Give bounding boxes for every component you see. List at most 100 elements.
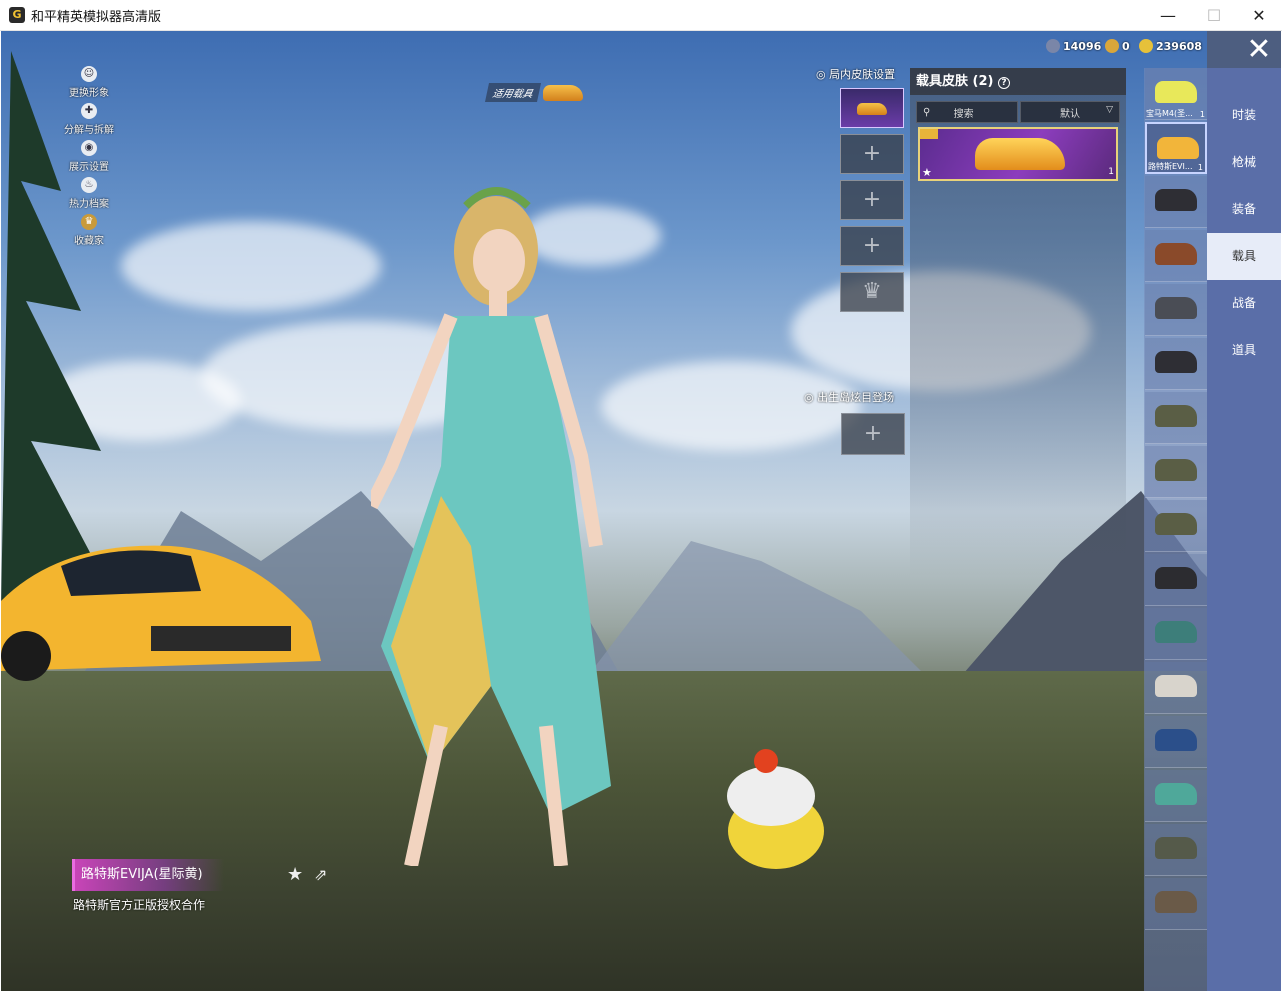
tab-battle-prep[interactable]: 战备 <box>1207 280 1281 327</box>
vehicle-list-item[interactable] <box>1145 716 1207 768</box>
vehicle-list-item[interactable] <box>1145 554 1207 606</box>
skin-slot-active[interactable] <box>840 88 904 128</box>
vehicle-list-item[interactable] <box>1145 230 1207 282</box>
equipped-corner-tag <box>920 129 938 139</box>
apply-vehicle-tag[interactable]: 适用载具 <box>484 83 583 102</box>
vehicle-thumbnail <box>1155 567 1197 589</box>
window-title: 和平精英模拟器高清版 <box>31 9 162 25</box>
tab-guns[interactable]: 枪械 <box>1207 139 1281 186</box>
sort-value: 默认 <box>1060 108 1080 120</box>
skin-slot-crown[interactable]: ♛ <box>840 272 904 312</box>
menu-display-settings[interactable]: ◉ 展示设置 <box>59 140 119 177</box>
vehicle-list-item[interactable] <box>1145 284 1207 336</box>
collector-badge-icon: ♛ <box>81 214 97 230</box>
sort-dropdown[interactable]: 默认 ▽ <box>1020 101 1120 123</box>
vehicle-thumbnail <box>1155 783 1197 805</box>
tab-vehicles[interactable]: 载具 <box>1207 233 1281 280</box>
vehicle-model <box>1 545 321 681</box>
help-icon[interactable]: ? <box>998 77 1010 89</box>
menu-collector[interactable]: ♛ 收藏家 <box>59 214 119 251</box>
vehicle-thumbnail <box>1155 405 1197 427</box>
puzzle-icon: ✚ <box>81 103 97 119</box>
skin-slot-empty[interactable]: + <box>840 134 904 174</box>
vehicle-list-item[interactable] <box>1145 446 1207 498</box>
tabs-spacer <box>1207 68 1281 92</box>
in-game-skin-slots: ◎ 局内皮肤设置 + + + ♛ <box>816 66 906 312</box>
tab-fashion[interactable]: 时装 <box>1207 92 1281 139</box>
menu-heat-archive[interactable]: ♨ 热力档案 <box>59 177 119 214</box>
tab-items[interactable]: 道具 <box>1207 327 1281 374</box>
skin-card[interactable]: ★ 1 <box>918 127 1118 181</box>
vehicle-list-item[interactable] <box>1145 824 1207 876</box>
vehicle-count: 1 <box>1199 110 1205 119</box>
skin-slot-empty[interactable]: + <box>840 180 904 220</box>
vehicle-thumbnail <box>1155 621 1197 643</box>
vehicle-list-item[interactable]: 宝马M4(圣... 1 <box>1145 68 1207 120</box>
maximize-button[interactable]: ☐ <box>1191 0 1237 31</box>
search-icon: ⚲ <box>923 106 931 118</box>
vehicle-thumbnail <box>1157 137 1199 159</box>
vehicle-thumbnail <box>1155 675 1197 697</box>
gold-coin-icon <box>1139 39 1153 53</box>
left-menu: ☺ 更换形象 ✚ 分解与拆解 ◉ 展示设置 ♨ 热力档案 ♛ 收藏家 <box>59 66 119 251</box>
vehicle-thumbnail <box>1155 189 1197 211</box>
vehicle-skin-panel: 载具皮肤 (2) ? ⚲ 搜索 默认 ▽ ★ 1 <box>910 68 1126 578</box>
terrain <box>1 671 1281 991</box>
menu-decompose[interactable]: ✚ 分解与拆解 <box>59 103 119 140</box>
vehicle-label: 路特斯EVI... <box>1148 162 1193 171</box>
close-panel-button[interactable]: ✕ <box>1207 31 1281 68</box>
menu-label: 热力档案 <box>69 199 109 210</box>
skin-panel-title: 载具皮肤 (2) ? <box>910 68 1126 95</box>
currency-value: 239608 <box>1156 39 1202 53</box>
vehicle-count: 1 <box>1197 163 1203 172</box>
vehicle-thumbnail <box>1155 891 1197 913</box>
moon-coin-icon <box>1046 39 1060 53</box>
vehicle-list: 宝马M4(圣... 1 路特斯EVI... 1 <box>1144 68 1208 991</box>
currency-gold: 239608 <box>1139 39 1202 53</box>
menu-label: 展示设置 <box>69 162 109 173</box>
menu-label: 收藏家 <box>74 236 104 247</box>
minimize-button[interactable]: — <box>1145 0 1191 31</box>
vehicle-list-item[interactable] <box>1145 662 1207 714</box>
vehicle-thumbnail <box>1155 243 1197 265</box>
vehicle-list-item[interactable]: 路特斯EVI... 1 <box>1145 122 1207 174</box>
vehicle-thumbnail <box>1155 837 1197 859</box>
vehicle-thumbnail <box>1155 351 1197 373</box>
vehicle-list-item[interactable] <box>1145 608 1207 660</box>
selected-item-description: 路特斯官方正版授权合作 <box>73 898 206 912</box>
vehicle-list-item[interactable] <box>1145 338 1207 390</box>
avatar-icon: ☺ <box>81 66 97 82</box>
vehicle-list-item[interactable] <box>1145 176 1207 228</box>
vehicle-list-item[interactable] <box>1145 392 1207 444</box>
tab-equipment[interactable]: 装备 <box>1207 186 1281 233</box>
character-model <box>371 187 611 866</box>
menu-change-appearance[interactable]: ☺ 更换形象 <box>59 66 119 103</box>
currency-moon: 14096 <box>1046 39 1101 53</box>
search-label: 搜索 <box>953 108 974 120</box>
spawn-island-slot[interactable]: + <box>841 413 905 455</box>
skin-filter-row: ⚲ 搜索 默认 ▽ <box>916 101 1120 123</box>
skin-slot-empty[interactable]: + <box>840 226 904 266</box>
share-icon[interactable]: ⇗ <box>314 865 327 884</box>
vehicle-thumbnail <box>1155 513 1197 535</box>
selected-item-name: 路特斯EVIJA(星际黄) <box>72 859 224 891</box>
cloud <box>121 221 381 311</box>
vehicle-thumbnail <box>1155 729 1197 751</box>
favorite-star-icon[interactable]: ★ <box>287 864 303 885</box>
currency-badge: 0 <box>1105 39 1130 53</box>
window-close-button[interactable]: ✕ <box>1236 0 1282 31</box>
chevron-down-icon: ▽ <box>1106 105 1113 115</box>
skin-search-input[interactable]: ⚲ 搜索 <box>916 101 1018 123</box>
currency-value: 14096 <box>1063 39 1102 53</box>
app-icon: G <box>9 7 25 23</box>
car-thumbnail <box>975 138 1065 170</box>
in-game-skin-header: ◎ 局内皮肤设置 <box>816 68 896 81</box>
flame-icon: ♨ <box>81 177 97 193</box>
vehicle-list-item[interactable] <box>1145 500 1207 552</box>
skin-count: 1 <box>1108 167 1114 177</box>
vehicle-list-item[interactable] <box>1145 770 1207 822</box>
car-thumbnail <box>543 84 583 101</box>
pet-chick <box>727 749 824 869</box>
spawn-island-header: ◎ 出生岛炫目登场 <box>804 391 895 404</box>
vehicle-list-item[interactable] <box>1145 878 1207 930</box>
